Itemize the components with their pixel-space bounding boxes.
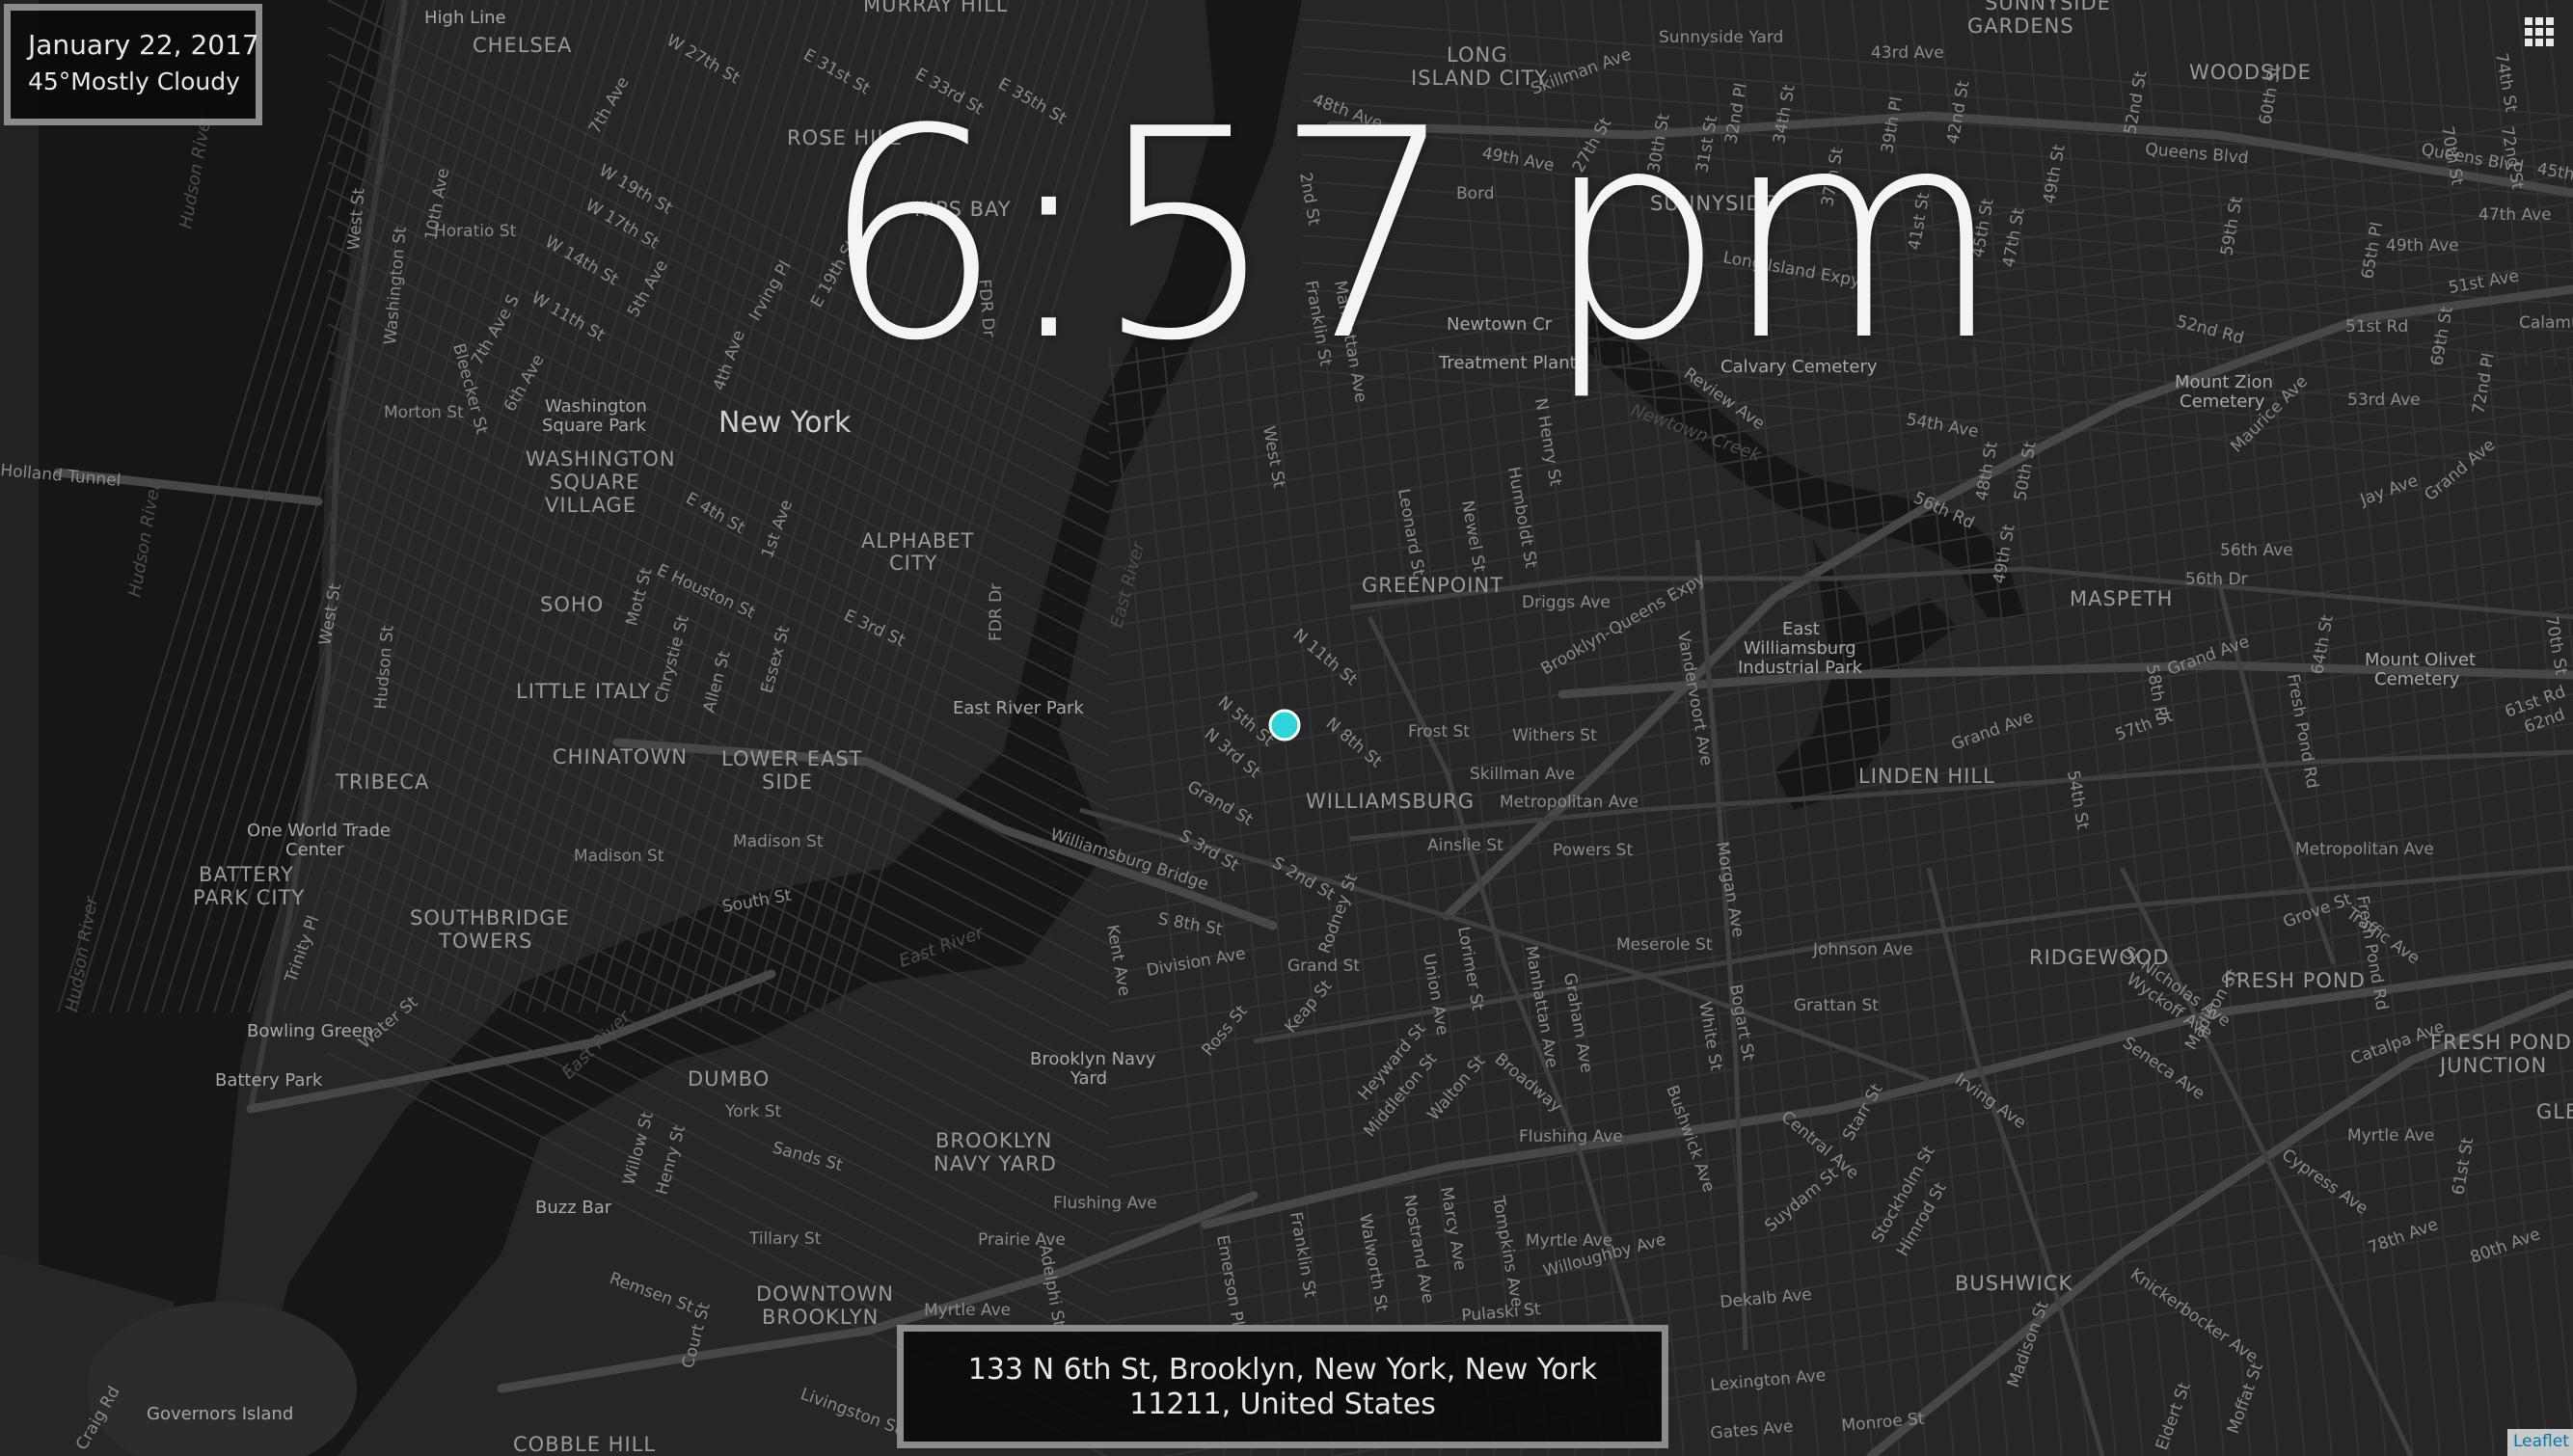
svg-text:BUSHWICK: BUSHWICK <box>1955 1272 2073 1295</box>
address-panel: 133 N 6th St, Brooklyn, New York, New Yo… <box>897 1325 1668 1448</box>
svg-text:LINDEN HILL: LINDEN HILL <box>1858 765 1995 788</box>
svg-text:NAVY YARD: NAVY YARD <box>934 1152 1057 1175</box>
svg-text:Grand St: Grand St <box>1287 957 1360 976</box>
svg-text:East: East <box>1782 619 1820 639</box>
svg-text:Skillman Ave: Skillman Ave <box>1470 765 1575 784</box>
svg-text:FRESH POND: FRESH POND <box>2224 969 2366 992</box>
svg-text:DOWNTOWN: DOWNTOWN <box>756 1282 894 1306</box>
svg-text:TOWERS: TOWERS <box>438 930 532 953</box>
svg-text:Square Park: Square Park <box>542 416 647 436</box>
svg-text:GARDENS: GARDENS <box>1967 14 2074 38</box>
svg-text:JUNCTION: JUNCTION <box>2438 1054 2547 1077</box>
svg-text:FRESH POND: FRESH POND <box>2430 1031 2572 1054</box>
svg-text:56th Ave: 56th Ave <box>2220 541 2293 560</box>
svg-text:PARK CITY: PARK CITY <box>193 886 305 909</box>
svg-text:Yard: Yard <box>1070 1068 1107 1089</box>
clock-time: 6:57 pm <box>820 67 2004 404</box>
svg-text:BROOKLYN: BROOKLYN <box>935 1129 1052 1152</box>
svg-text:Washington: Washington <box>545 396 647 417</box>
svg-text:GREENPOINT: GREENPOINT <box>1362 574 1503 597</box>
svg-text:Grattan St: Grattan St <box>1794 996 1879 1015</box>
svg-text:MURRAY HILL: MURRAY HILL <box>863 0 1008 16</box>
svg-text:SOHO: SOHO <box>540 593 604 616</box>
svg-text:FDR Dr: FDR Dr <box>987 583 1006 641</box>
svg-text:COBBLE HILL: COBBLE HILL <box>513 1433 656 1456</box>
svg-text:SQUARE: SQUARE <box>550 471 639 494</box>
svg-text:Sunnyside Yard: Sunnyside Yard <box>1659 28 1783 47</box>
svg-text:56th Dr: 56th Dr <box>2185 570 2248 589</box>
svg-text:York St: York St <box>724 1102 782 1121</box>
svg-text:Tillary St: Tillary St <box>748 1229 822 1249</box>
svg-text:CHINATOWN: CHINATOWN <box>553 745 688 768</box>
svg-text:47th Ave: 47th Ave <box>2478 205 2552 225</box>
svg-text:Buzz Bar: Buzz Bar <box>535 1198 612 1218</box>
svg-text:CITY: CITY <box>889 552 938 575</box>
svg-text:New York: New York <box>718 406 852 440</box>
svg-text:Withers St: Withers St <box>1512 726 1597 745</box>
svg-text:VILLAGE: VILLAGE <box>545 494 636 517</box>
location-marker[interactable] <box>1268 709 1301 741</box>
svg-text:Metropolitan Ave: Metropolitan Ave <box>2295 840 2434 859</box>
svg-text:BATTERY: BATTERY <box>199 863 294 886</box>
svg-text:Horatio St: Horatio St <box>434 222 517 241</box>
svg-text:WOODSIDE: WOODSIDE <box>2189 61 2312 84</box>
svg-text:49th Ave: 49th Ave <box>2386 236 2459 256</box>
svg-text:LOWER EAST: LOWER EAST <box>721 747 863 770</box>
svg-text:Morton St: Morton St <box>384 403 464 422</box>
svg-text:Governors Island: Governors Island <box>147 1404 293 1424</box>
svg-text:CHELSEA: CHELSEA <box>473 34 572 57</box>
svg-text:Frost St: Frost St <box>1408 722 1470 741</box>
current-weather: 45°Mostly Cloudy <box>28 67 240 95</box>
svg-text:43rd Ave: 43rd Ave <box>1871 43 1944 63</box>
svg-text:Industrial Park: Industrial Park <box>1738 658 1863 678</box>
svg-text:Johnson Ave: Johnson Ave <box>1812 940 1913 959</box>
svg-text:LITTLE ITALY: LITTLE ITALY <box>516 680 651 703</box>
svg-text:Ainslie St: Ainslie St <box>1427 836 1503 855</box>
svg-text:SUNNYSIDE: SUNNYSIDE <box>1985 0 2111 14</box>
svg-text:Calamus Ave: Calamus Ave <box>2519 313 2573 333</box>
svg-text:Metropolitan Ave: Metropolitan Ave <box>1500 793 1639 812</box>
date-weather-panel: January 22, 2017 45°Mostly Cloudy <box>4 4 262 125</box>
svg-text:GLE: GLE <box>2536 1100 2573 1123</box>
svg-text:WASHINGTON: WASHINGTON <box>526 447 676 471</box>
svg-text:MASPETH: MASPETH <box>2070 587 2173 610</box>
address-text: 133 N 6th St, Brooklyn, New York, New Yo… <box>967 1353 1598 1421</box>
svg-text:Mount Zion: Mount Zion <box>2175 372 2273 392</box>
svg-text:Madison St: Madison St <box>733 832 824 851</box>
svg-text:Driggs Ave: Driggs Ave <box>1522 593 1611 612</box>
svg-text:Williamsburg: Williamsburg <box>1744 638 1856 659</box>
svg-text:Battery Park: Battery Park <box>215 1070 323 1091</box>
svg-text:Cemetery: Cemetery <box>2374 669 2460 689</box>
leaflet-attribution-link[interactable]: Leaflet <box>2507 1429 2573 1456</box>
current-date: January 22, 2017 <box>28 29 259 61</box>
svg-text:Myrtle Ave: Myrtle Ave <box>924 1301 1011 1320</box>
svg-text:LONG: LONG <box>1447 43 1507 67</box>
svg-text:Cemetery: Cemetery <box>2180 391 2265 412</box>
svg-text:Powers St: Powers St <box>1553 841 1633 860</box>
svg-text:53rd Ave: 53rd Ave <box>2347 391 2421 410</box>
svg-text:SOUTHBRIDGE: SOUTHBRIDGE <box>410 906 570 930</box>
svg-text:Flushing Ave: Flushing Ave <box>1519 1127 1623 1146</box>
svg-text:Brooklyn Navy: Brooklyn Navy <box>1030 1049 1156 1069</box>
svg-text:SIDE: SIDE <box>762 770 813 794</box>
svg-text:One World Trade: One World Trade <box>247 821 391 841</box>
apps-grid-icon[interactable] <box>2525 17 2554 46</box>
svg-text:Mount Olivet: Mount Olivet <box>2365 650 2476 670</box>
svg-text:Madison St: Madison St <box>574 847 664 866</box>
svg-text:Meserole St: Meserole St <box>1616 935 1713 955</box>
svg-text:51st Rd: 51st Rd <box>2345 317 2408 337</box>
svg-text:Center: Center <box>285 840 344 860</box>
svg-text:East River Park: East River Park <box>953 698 1084 718</box>
svg-text:BROOKLYN: BROOKLYN <box>762 1306 879 1329</box>
svg-text:Myrtle Ave: Myrtle Ave <box>2347 1126 2434 1146</box>
svg-text:High Line: High Line <box>424 8 506 28</box>
svg-text:WILLIAMSBURG: WILLIAMSBURG <box>1306 790 1475 813</box>
svg-text:TRIBECA: TRIBECA <box>335 770 429 794</box>
svg-text:ALPHABET: ALPHABET <box>861 529 974 553</box>
svg-text:DUMBO: DUMBO <box>688 1067 770 1091</box>
svg-text:Flushing Ave: Flushing Ave <box>1053 1194 1157 1213</box>
